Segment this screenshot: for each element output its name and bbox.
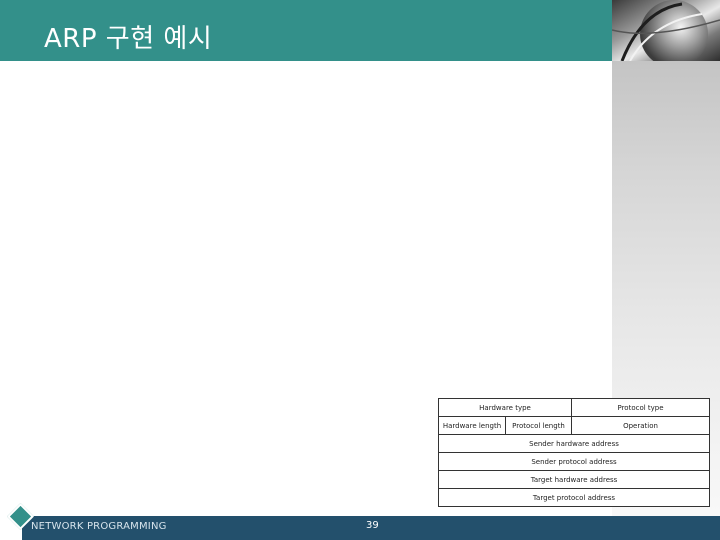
sender-hardware-address-cell: Sender hardware address (437, 434, 711, 453)
table-row: Sender protocol address (437, 452, 711, 471)
target-hardware-address-cell: Target hardware address (437, 470, 711, 489)
table-row: Hardware length Protocol length Operatio… (438, 416, 711, 435)
operation-cell: Operation (571, 416, 711, 435)
page-number: 39 (366, 520, 379, 531)
table-row: Target hardware address (437, 470, 711, 489)
protocol-length-cell: Protocol length (504, 416, 573, 435)
arp-packet-format-table: Hardware type Protocol type Hardware len… (437, 398, 711, 507)
decorative-logo-image (612, 0, 720, 61)
slide-title: ARP 구현 예시 (44, 24, 213, 54)
target-protocol-address-cell: Target protocol address (437, 488, 711, 507)
protocol-type-cell: Protocol type (571, 398, 711, 417)
table-row: Hardware type Protocol type (437, 398, 711, 417)
table-row: Target protocol address (437, 488, 711, 507)
footer-label: NETWORK PROGRAMMING (31, 521, 167, 532)
table-row: Sender hardware address (437, 434, 711, 453)
hardware-length-cell: Hardware length (438, 416, 506, 435)
hardware-type-cell: Hardware type (437, 398, 573, 417)
sender-protocol-address-cell: Sender protocol address (437, 452, 711, 471)
